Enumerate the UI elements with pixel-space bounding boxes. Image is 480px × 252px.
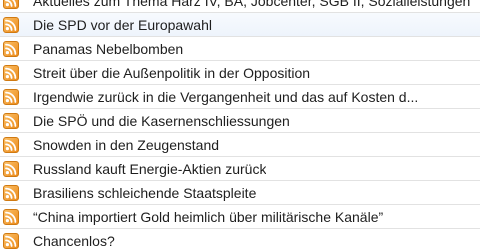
feed-item[interactable]: “China importiert Gold heimlich über mil… — [0, 205, 480, 229]
feed-item[interactable]: Panamas Nebelbomben — [0, 37, 480, 61]
feed-item-title: Chancenlos? — [33, 233, 115, 249]
feed-item[interactable]: Russland kauft Energie-Aktien zurück — [0, 157, 480, 181]
rss-feed-icon — [3, 161, 19, 177]
rss-feed-icon — [3, 233, 19, 249]
feed-item[interactable]: Brasiliens schleichende Staatspleite — [0, 181, 480, 205]
feed-item-title: Streit über die Außenpolitik in der Oppo… — [33, 65, 311, 81]
feed-item-title: Die SPÖ und die Kasernenschliessungen — [33, 113, 290, 129]
feed-item-title: Panamas Nebelbomben — [33, 41, 184, 57]
feed-item[interactable]: Die SPD vor der Europawahl — [0, 13, 480, 37]
feed-item-title: Die SPD vor der Europawahl — [33, 17, 212, 33]
feed-item[interactable]: Aktuelles zum Thema Harz IV, BA, Jobcent… — [0, 0, 480, 13]
feed-item-title: “China importiert Gold heimlich über mil… — [33, 209, 384, 225]
feed-item[interactable]: Die SPÖ und die Kasernenschliessungen — [0, 109, 480, 133]
rss-feed-icon — [3, 89, 19, 105]
feed-item-title: Irgendwie zurück in die Vergangenheit un… — [33, 89, 419, 105]
feed-list: Aktuelles zum Thema Harz IV, BA, Jobcent… — [0, 0, 480, 252]
feed-item[interactable]: Chancenlos? — [0, 229, 480, 252]
feed-item-title: Brasiliens schleichende Staatspleite — [33, 185, 257, 201]
feed-item[interactable]: Streit über die Außenpolitik in der Oppo… — [0, 61, 480, 85]
feed-item-title: Aktuelles zum Thema Harz IV, BA, Jobcent… — [33, 0, 471, 9]
rss-feed-icon — [3, 113, 19, 129]
rss-feed-icon — [3, 137, 19, 153]
rss-feed-icon — [3, 65, 19, 81]
rss-feed-icon — [3, 17, 19, 33]
rss-feed-icon — [3, 185, 19, 201]
rss-feed-icon — [3, 41, 19, 57]
feed-item-title: Russland kauft Energie-Aktien zurück — [33, 161, 267, 177]
rss-feed-icon — [3, 0, 19, 9]
feed-item-title: Snowden in den Zeugenstand — [33, 137, 220, 153]
feed-item[interactable]: Snowden in den Zeugenstand — [0, 133, 480, 157]
rss-feed-icon — [3, 209, 19, 225]
feed-item[interactable]: Irgendwie zurück in die Vergangenheit un… — [0, 85, 480, 109]
